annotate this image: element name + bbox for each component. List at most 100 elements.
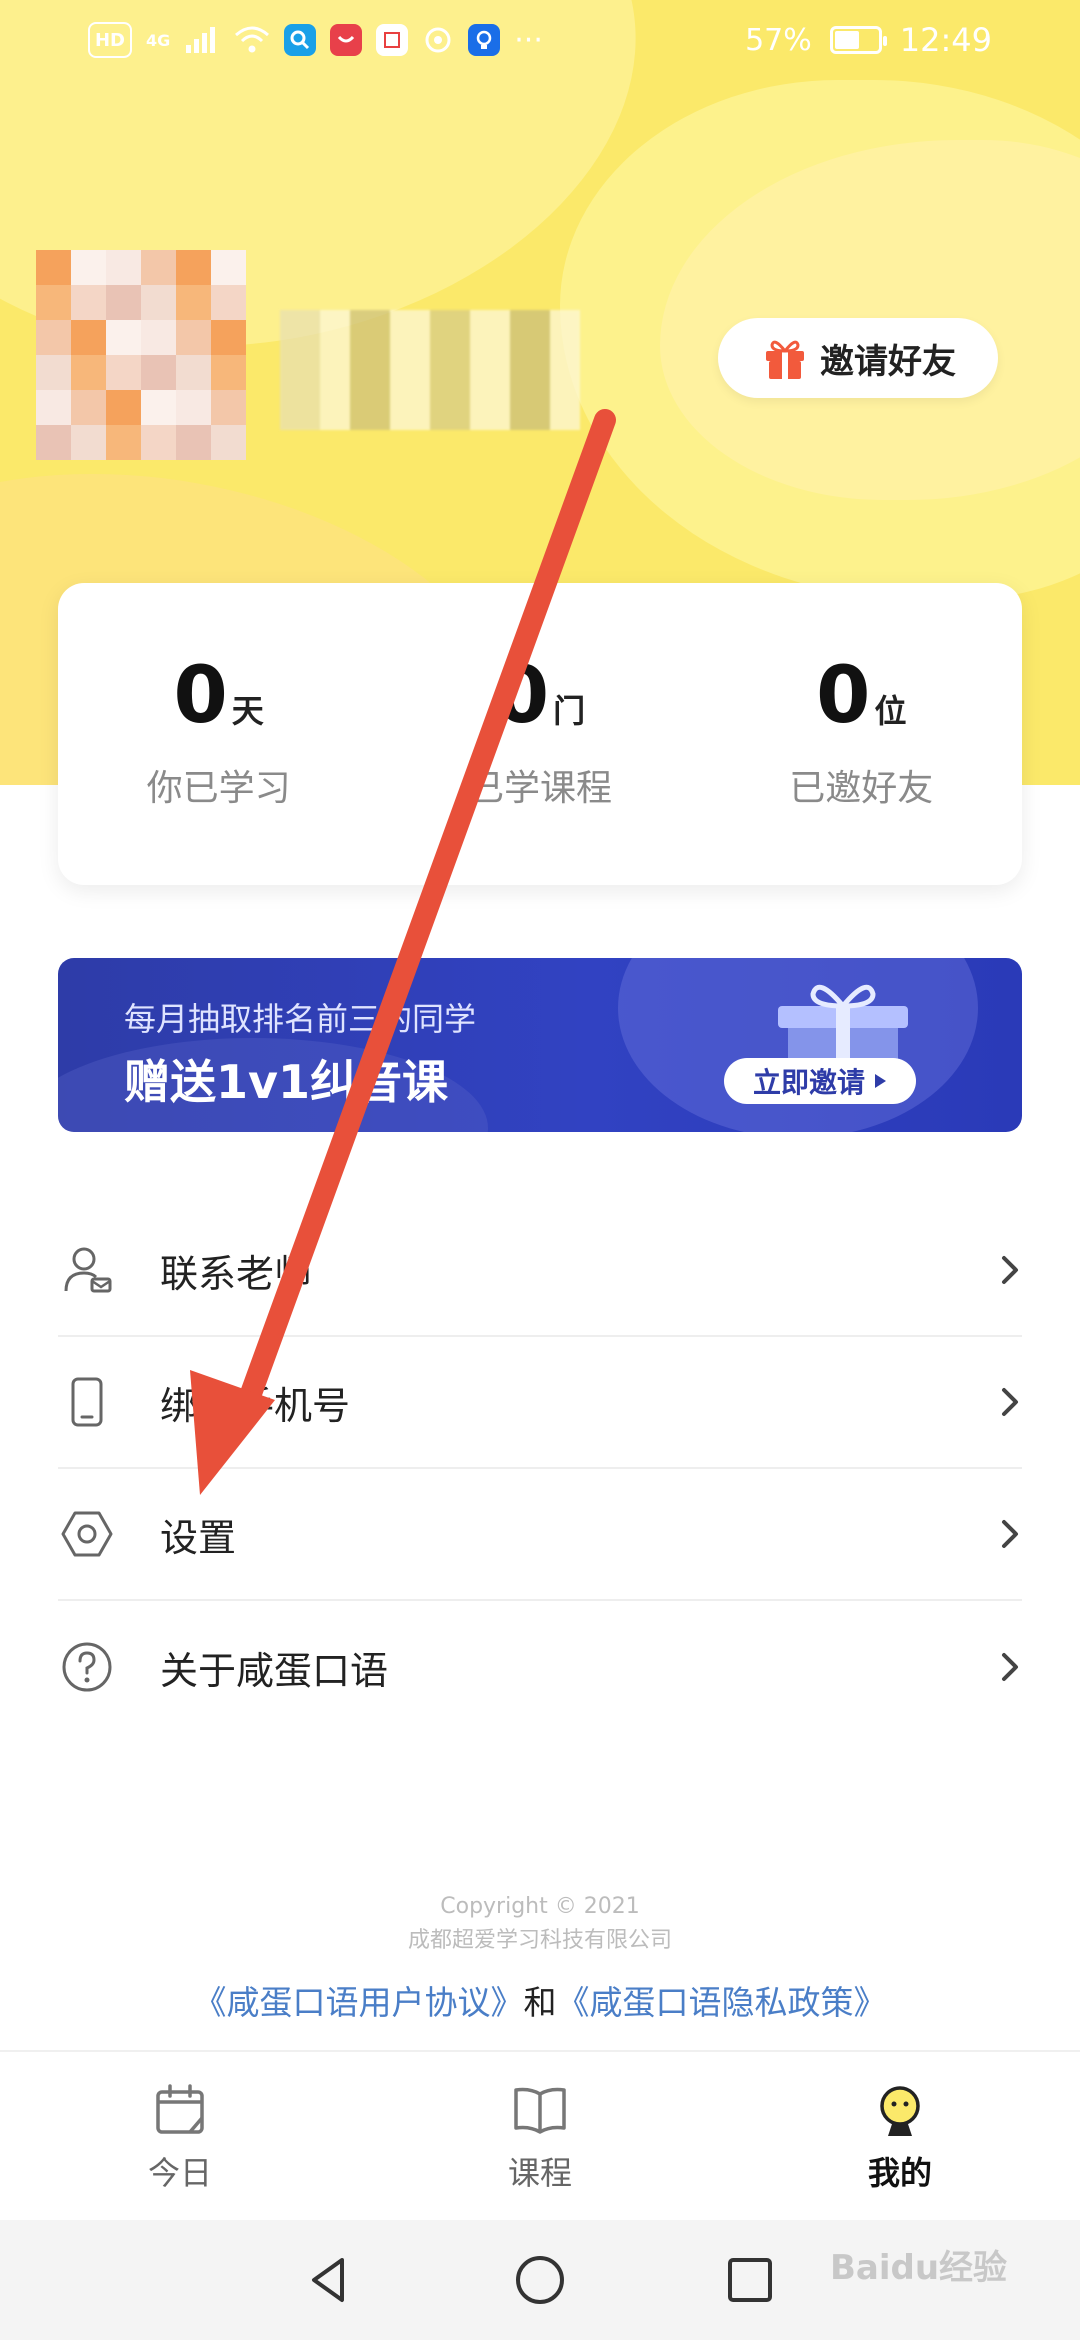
banner-subtitle: 每月抽取排名前三的同学 [124, 1000, 477, 1038]
hd-indicator: HD [88, 22, 132, 58]
tab-label: 课程 [507, 2154, 572, 2192]
avatar-pixel [176, 355, 211, 390]
legal-links: 《咸蛋口语用户协议》和《咸蛋口语隐私政策》 [0, 1976, 1080, 2024]
battery-percent: 57% [745, 22, 812, 58]
signal-icon [186, 27, 216, 53]
avatar-pixel [106, 250, 141, 285]
more-notifications: ··· [514, 22, 543, 58]
avatar-pixel [211, 390, 246, 425]
gift-icon [766, 340, 804, 379]
invite-friends-button[interactable]: 邀请好友 [718, 318, 998, 398]
status-bar: HD 4G ··· 57% 12:49 [0, 0, 1080, 80]
user-agreement-link[interactable]: 《咸蛋口语用户协议》 [194, 1983, 524, 2022]
tab-label: 今日 [147, 2154, 212, 2192]
menu-item-label: 设置 [160, 1515, 237, 1560]
stat-unit: 门 [553, 692, 586, 730]
avatar[interactable] [36, 250, 246, 460]
stat-days-learned: 0天 你已学习 [69, 657, 369, 811]
menu-item-contact-teacher[interactable]: 联系老师 [58, 1205, 1022, 1337]
avatar-pixel [36, 425, 71, 460]
stat-unit: 天 [231, 692, 264, 730]
profile-mascot-icon [880, 2086, 920, 2136]
stat-value: 0 [810, 651, 877, 741]
calendar-icon [156, 2084, 204, 2134]
teacher-contact-icon [60, 1243, 114, 1297]
privacy-policy-link[interactable]: 《咸蛋口语隐私政策》 [557, 1983, 887, 2022]
gallery-app-icon [422, 24, 454, 56]
invite-now-label: 立即邀请 [752, 1066, 865, 1099]
avatar-pixel [71, 320, 106, 355]
avatar-pixel [141, 285, 176, 320]
play-triangle-icon [875, 1074, 886, 1088]
settings-menu: 联系老师 绑定手机号 设置 关于咸蛋口语 [58, 1205, 1022, 1733]
avatar-pixel [176, 390, 211, 425]
menu-item-about[interactable]: 关于咸蛋口语 [58, 1601, 1022, 1733]
watermark: Baidu经验 [830, 2248, 1008, 2288]
avatar-pixel [71, 355, 106, 390]
avatar-pixel [141, 320, 176, 355]
avatar-pixel [176, 425, 211, 460]
and-text: 和 [523, 1983, 557, 2022]
menu-item-settings[interactable]: 设置 [58, 1469, 1022, 1601]
avatar-pixel [176, 285, 211, 320]
invite-now-button[interactable]: 立即邀请 [724, 1058, 916, 1104]
stat-unit: 位 [874, 692, 907, 730]
wifi-icon [235, 26, 270, 53]
footer: Copyright © 2021 成都超爱学习科技有限公司 《咸蛋口语用户协议》… [0, 1890, 1080, 2024]
help-icon [60, 1640, 114, 1694]
promo-banner[interactable]: 每月抽取排名前三的同学 赠送1v1纠音课 立即邀请 [58, 958, 1022, 1132]
settings-icon [60, 1507, 114, 1561]
avatar-pixel [106, 285, 141, 320]
stat-courses-learned: 0门 已学课程 [390, 657, 690, 811]
chevron-right-icon [1002, 1653, 1018, 1681]
tab-label: 我的 [867, 2154, 932, 2192]
stat-label: 你已学习 [146, 768, 291, 809]
menu-item-bind-phone[interactable]: 绑定手机号 [58, 1337, 1022, 1469]
avatar-pixel [71, 285, 106, 320]
avatar-pixel [106, 355, 141, 390]
stat-friends-invited: 0位 已邀好友 [711, 657, 1011, 811]
tab-courses[interactable]: 课程 [420, 2080, 660, 2194]
menu-item-label: 绑定手机号 [160, 1383, 351, 1428]
signal-label: 4G [146, 30, 171, 50]
username-blurred [280, 310, 580, 430]
huawei-app-icon [330, 24, 363, 56]
avatar-pixel [141, 250, 176, 285]
avatar-pixel [36, 390, 71, 425]
avatar-pixel [106, 390, 141, 425]
avatar-pixel [176, 250, 211, 285]
search-app-icon [284, 24, 317, 56]
book-icon [514, 2087, 566, 2134]
bulb-app-icon [468, 24, 501, 56]
avatar-pixel [36, 285, 71, 320]
stat-value: 0 [488, 651, 556, 741]
tab-today[interactable]: 今日 [60, 2080, 300, 2194]
banner-title: 赠送1v1纠音课 [124, 1055, 448, 1109]
chevron-right-icon [1002, 1388, 1018, 1416]
avatar-pixel [176, 320, 211, 355]
home-icon[interactable] [510, 2250, 570, 2310]
chevron-right-icon [1002, 1256, 1018, 1284]
menu-item-label: 联系老师 [160, 1251, 313, 1296]
avatar-pixel [141, 355, 176, 390]
company-name: 成都超爱学习科技有限公司 [407, 1928, 672, 1953]
back-icon[interactable] [300, 2250, 360, 2310]
stats-card: 0天 你已学习 0门 已学课程 0位 已邀好友 [58, 583, 1022, 885]
status-left: HD 4G ··· [88, 22, 543, 58]
invite-friends-label: 邀请好友 [820, 341, 956, 382]
copyright-text: Copyright © 2021 [440, 1894, 640, 1919]
recents-icon[interactable] [720, 2250, 780, 2310]
menu-item-label: 关于咸蛋口语 [160, 1648, 389, 1693]
avatar-pixel [106, 320, 141, 355]
chevron-right-icon [1002, 1520, 1018, 1548]
bottom-tab-bar: 今日 课程 我的 [0, 2050, 1080, 2222]
doc-app-icon [376, 24, 409, 56]
avatar-pixel [71, 425, 106, 460]
avatar-pixel [211, 425, 246, 460]
avatar-pixel [36, 355, 71, 390]
avatar-pixel [141, 425, 176, 460]
tab-mine[interactable]: 我的 [780, 2080, 1020, 2194]
status-right: 57% 12:49 [745, 21, 992, 59]
avatar-pixel [36, 320, 71, 355]
avatar-pixel [71, 250, 106, 285]
